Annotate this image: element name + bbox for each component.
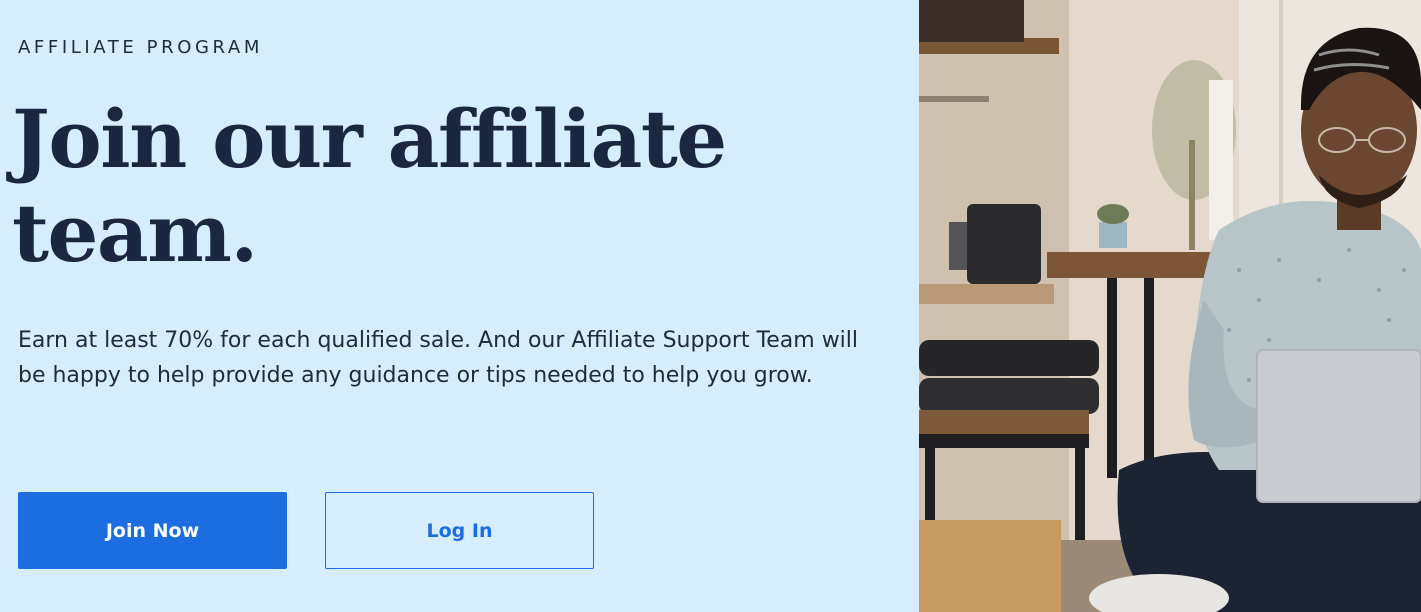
join-now-button[interactable]: Join Now bbox=[18, 492, 287, 569]
hero-content: AFFILIATE PROGRAM Join our affiliate tea… bbox=[0, 0, 919, 612]
page-title: Join our affiliate team. bbox=[12, 92, 727, 280]
hero-description: Earn at least 70% for each qualified sal… bbox=[18, 328, 859, 388]
section-eyebrow: AFFILIATE PROGRAM bbox=[18, 37, 263, 58]
affiliate-hero: AFFILIATE PROGRAM Join our affiliate tea… bbox=[0, 0, 1421, 612]
log-in-button[interactable]: Log In bbox=[325, 492, 594, 569]
man-with-laptop-illustration bbox=[919, 0, 1421, 612]
hero-photo bbox=[919, 0, 1421, 612]
